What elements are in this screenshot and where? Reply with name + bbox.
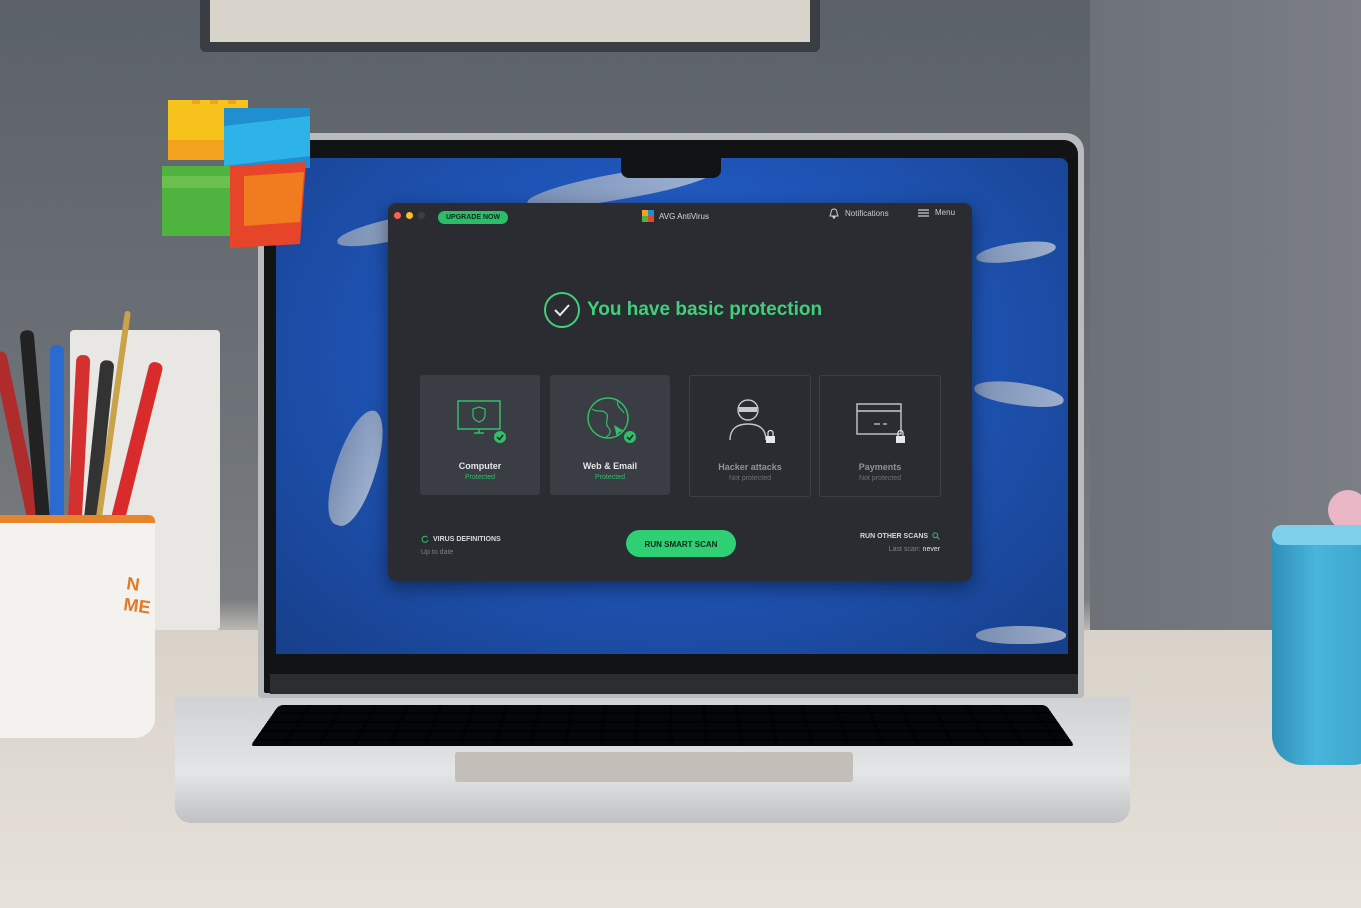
last-scan-info: Last scan: never (860, 546, 940, 553)
credit-card-icon (856, 403, 905, 443)
camera-notch (621, 158, 721, 178)
dolphin (972, 376, 1066, 412)
trackpad (455, 752, 853, 782)
checkmark-circle-icon (544, 292, 580, 328)
maximize-window-button[interactable] (418, 212, 425, 219)
globe-cursor-icon (587, 397, 636, 443)
tile-hacker-attacks[interactable]: Hacker attacks Not protected (689, 375, 811, 497)
refresh-icon (421, 535, 429, 543)
tile-label: Hacker attacks (718, 462, 782, 472)
menu-label: Menu (935, 208, 956, 217)
avg-small-logo-icon (642, 210, 654, 222)
run-other-scans[interactable]: RUN OTHER SCANS Last scan: never (860, 532, 940, 553)
tile-status: Protected (465, 474, 495, 481)
protection-status: You have basic protection (543, 291, 822, 329)
search-icon (932, 532, 940, 540)
hacker-icon (729, 399, 775, 443)
tile-computer[interactable]: Computer Protected (420, 375, 540, 495)
tile-status: Protected (595, 474, 625, 481)
notifications-label: Notifications (845, 209, 889, 218)
minimize-window-button[interactable] (406, 212, 413, 219)
tile-status: Not protected (728, 475, 772, 482)
tile-label: Computer (458, 461, 502, 471)
app-title: AVG AntiVirus (659, 211, 709, 221)
keyboard (250, 705, 1075, 747)
tile-payments[interactable]: Payments Not protected (819, 375, 941, 497)
last-scan-value: never (922, 546, 941, 553)
virus-definitions[interactable]: VIRUS DEFINITIONS Up to date (421, 535, 501, 557)
run-other-scans-title: RUN OTHER SCANS (860, 532, 929, 540)
pink-object (1328, 490, 1361, 530)
tile-label: Web & Email (582, 461, 638, 471)
tile-label: Payments (858, 462, 902, 472)
mug (1272, 525, 1361, 765)
tile-web-email[interactable]: Web & Email Protected (550, 375, 670, 495)
upgrade-now-button[interactable]: UPGRADE NOW (438, 211, 509, 224)
run-smart-scan-button[interactable]: RUN SMART SCAN (626, 530, 736, 557)
status-title: You have basic protection (587, 299, 823, 320)
virus-definitions-title: VIRUS DEFINITIONS (433, 535, 501, 543)
bell-icon (829, 208, 839, 219)
app-title-bar: AVG AntiVirus (642, 210, 709, 222)
dolphin (318, 404, 394, 532)
tile-status: Not protected (858, 475, 902, 482)
wall-picture-frame (200, 0, 820, 52)
menu-button[interactable]: Menu (918, 208, 955, 217)
virus-definitions-status: Up to date (421, 549, 454, 556)
close-window-button[interactable] (394, 212, 401, 219)
window-controls (394, 212, 425, 219)
last-scan-label: Last scan: (888, 546, 921, 553)
pen (50, 345, 64, 525)
notifications-button[interactable]: Notifications (829, 208, 889, 219)
cup-print: N ME (122, 573, 152, 618)
mug-rim (1272, 525, 1361, 545)
avg-logo-icon (162, 100, 310, 248)
dolphin (975, 237, 1057, 267)
hamburger-menu-icon (918, 208, 929, 217)
avg-app-window: UPGRADE NOW AVG AntiVirus Notifications … (388, 203, 972, 581)
pen-cup (0, 515, 155, 738)
laptop-hinge (270, 674, 1078, 694)
dolphin (976, 626, 1066, 644)
monitor-shield-icon (457, 400, 506, 443)
